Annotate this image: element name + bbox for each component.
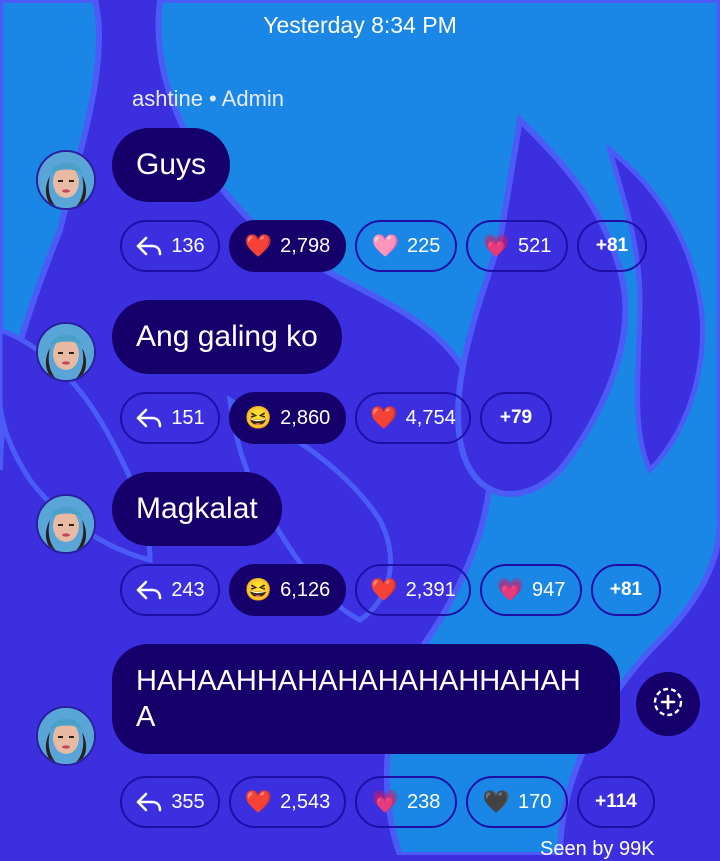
reaction-chip[interactable]: 💗 947 [480,564,582,616]
reaction-count: 947 [532,578,566,601]
reply-count-chip[interactable]: 136 [120,220,220,272]
laughing-face-icon: 😆 [244,577,273,602]
reaction-bar: 243 😆 6,126 ❤️ 2,391 💗 947 +81 [120,564,661,620]
reaction-count: 521 [518,234,552,257]
avatar-image [38,324,94,380]
heart-sparkling-icon: 💗 [371,789,400,814]
more-reactions-chip[interactable]: +79 [480,392,552,444]
reaction-bar: 355 ❤️ 2,543 💗 238 🖤 170 +114 [120,776,655,832]
reaction-chip[interactable]: 💗 238 [355,776,457,828]
reply-count: 136 [171,234,205,257]
avatar[interactable] [36,706,96,766]
reaction-chip[interactable]: 🖤 170 [466,776,568,828]
heart-sparkling-icon: 💗 [482,233,511,258]
heart-red-icon: ❤️ [370,577,398,602]
reply-arrow-icon [135,406,163,430]
message-bubble[interactable]: Magkalat [112,472,282,546]
message-bubble[interactable]: HAHAAHHAHAHAHAHAHHAHAHA [112,644,620,754]
laughing-face-icon: 😆 [244,405,273,430]
reaction-chip[interactable]: 🩷 225 [355,220,457,272]
reaction-count: 238 [407,790,441,813]
heart-sparkling-icon: 💗 [496,577,525,602]
more-reactions-chip[interactable]: +81 [591,564,661,616]
reply-count: 355 [171,790,205,813]
reaction-chip[interactable]: ❤️ 2,391 [355,564,471,616]
avatar-image [38,152,94,208]
avatar[interactable] [36,322,96,382]
reaction-chip[interactable]: ❤️ 2,543 [229,776,346,828]
reaction-count: 170 [518,790,552,813]
heart-pink-icon: 🩷 [371,233,400,258]
reply-arrow-icon [135,234,163,258]
reaction-chip[interactable]: 😆 2,860 [229,392,346,444]
avatar[interactable] [36,150,96,210]
reaction-chip[interactable]: ❤️ 4,754 [355,392,471,444]
reaction-count: 225 [407,234,441,257]
heart-black-icon: 🖤 [482,789,511,814]
reaction-count: 2,860 [280,406,331,429]
reaction-count: 2,391 [405,578,456,601]
reply-count: 243 [171,578,205,601]
reply-count-chip[interactable]: 151 [120,392,220,444]
message-bubble[interactable]: Ang galing ko [112,300,342,374]
reaction-bar: 136 ❤️ 2,798 🩷 225 💗 521 +81 [120,220,647,276]
heart-red-icon: ❤️ [244,789,273,814]
message-bubble[interactable]: Guys [112,128,231,202]
reaction-chip[interactable]: 😆 6,126 [229,564,346,616]
reply-arrow-icon [135,578,163,602]
reaction-count: 2,798 [280,234,331,257]
reaction-chip[interactable]: ❤️ 2,798 [229,220,346,272]
avatar-image [38,708,94,764]
seen-by-count: Seen by 99K [540,838,655,860]
sender-name: ashtine • Admin [132,86,285,111]
add-reaction-button[interactable] [636,672,700,736]
reaction-chip[interactable]: 💗 521 [466,220,568,272]
reaction-count: 4,754 [405,406,456,429]
reply-arrow-icon [135,790,163,814]
reaction-count: 6,126 [280,578,331,601]
message-timestamp: Yesterday 8:34 PM [263,12,457,38]
avatar-image [38,496,94,552]
more-reactions-chip[interactable]: +114 [577,776,655,828]
add-reaction-icon [651,685,685,724]
avatar[interactable] [36,494,96,554]
reply-count-chip[interactable]: 355 [120,776,220,828]
reaction-count: 2,543 [280,790,331,813]
reaction-bar: 151 😆 2,860 ❤️ 4,754 +79 [120,392,552,448]
heart-red-icon: ❤️ [370,405,398,430]
reply-count-chip[interactable]: 243 [120,564,220,616]
heart-red-icon: ❤️ [244,233,273,258]
reply-count: 151 [171,406,205,429]
more-reactions-chip[interactable]: +81 [577,220,647,272]
